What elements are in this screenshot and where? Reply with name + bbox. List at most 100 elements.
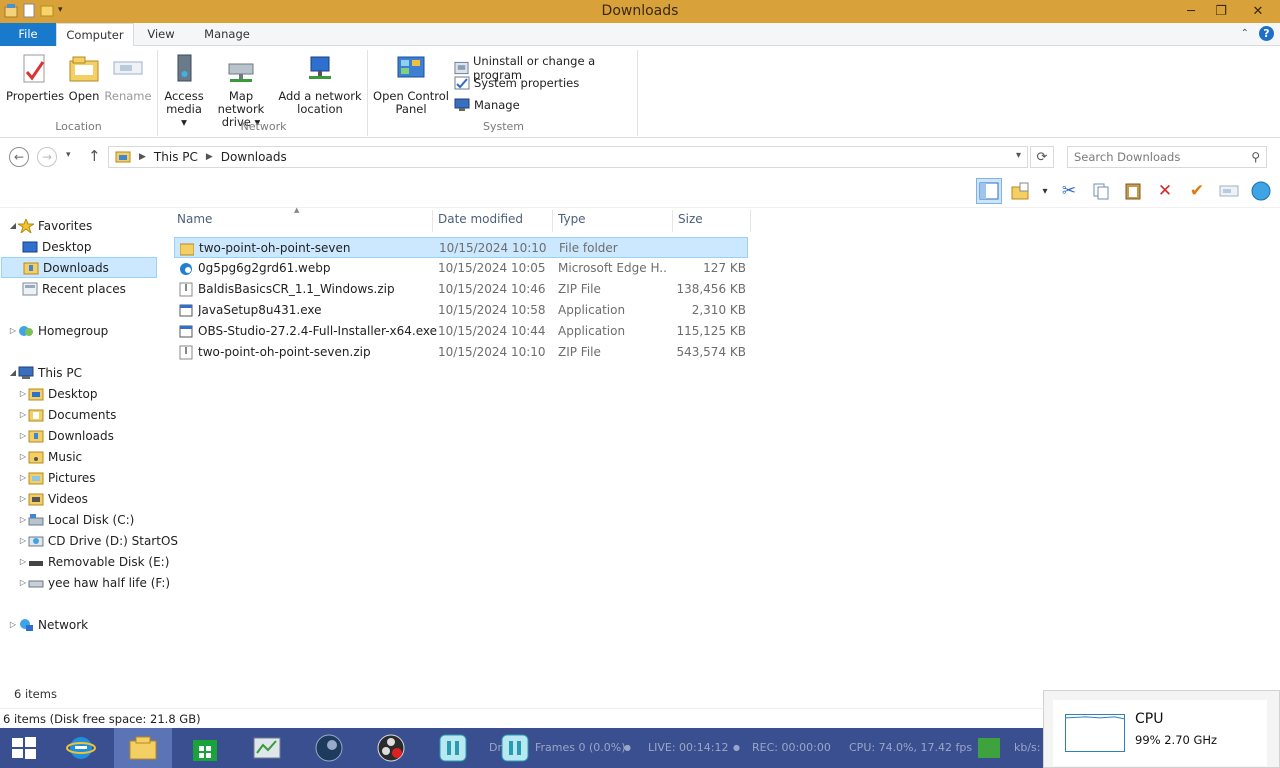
properties-button[interactable]: Properties: [6, 52, 64, 103]
file-row[interactable]: OBS-Studio-27.2.4-Full-Installer-x64.exe…: [174, 321, 748, 342]
nav-network[interactable]: ▷ Network: [8, 614, 168, 635]
expand-arrow-icon[interactable]: ▷: [18, 578, 28, 587]
breadcrumb-separator[interactable]: ▶: [206, 152, 213, 162]
tab-computer[interactable]: Computer: [56, 23, 134, 47]
expand-arrow-icon[interactable]: ▷: [18, 515, 28, 524]
forward-button[interactable]: →: [37, 147, 57, 167]
expand-arrow-icon[interactable]: ▷: [18, 536, 28, 545]
file-row[interactable]: two-point-oh-point-seven 10/15/2024 10:1…: [174, 237, 748, 258]
add-network-location-button[interactable]: Add a network location: [278, 52, 362, 116]
taskbar-app-1[interactable]: [424, 728, 482, 768]
system-properties-button[interactable]: System properties: [454, 76, 579, 90]
search-box[interactable]: ⚲: [1067, 146, 1267, 168]
column-divider[interactable]: [672, 210, 673, 232]
tab-view[interactable]: View: [138, 23, 184, 46]
address-dropdown-icon[interactable]: ▾: [1016, 150, 1021, 161]
expand-arrow-icon[interactable]: ▷: [18, 473, 28, 482]
file-row[interactable]: JavaSetup8u431.exe 10/15/2024 10:58 ... …: [174, 300, 748, 321]
expand-arrow-icon[interactable]: ◢: [8, 368, 18, 377]
paste-icon[interactable]: [1120, 178, 1146, 204]
new-folder-icon[interactable]: [1008, 178, 1034, 204]
rename-check-icon[interactable]: ✔: [1184, 178, 1210, 204]
nav-pictures[interactable]: ▷ Pictures: [18, 467, 178, 488]
help-icon[interactable]: ?: [1259, 26, 1274, 41]
expand-arrow-icon[interactable]: ▷: [18, 494, 28, 503]
refresh-button[interactable]: ⟳: [1030, 146, 1054, 168]
cut-icon[interactable]: ✂: [1056, 178, 1082, 204]
taskbar-file-explorer[interactable]: [114, 728, 172, 768]
column-header-type[interactable]: Type: [558, 212, 586, 232]
copy-icon[interactable]: [1088, 178, 1114, 204]
manage-button[interactable]: Manage: [454, 98, 520, 112]
collapse-ribbon-icon[interactable]: ⌃: [1241, 28, 1249, 39]
taskbar-store[interactable]: [176, 728, 234, 768]
expand-arrow-icon[interactable]: ▷: [18, 431, 28, 440]
cpu-label: CPU: [1135, 711, 1164, 727]
details-pane-icon[interactable]: [976, 178, 1002, 204]
recent-locations-dropdown[interactable]: ▾: [66, 150, 71, 160]
expand-arrow-icon[interactable]: ▷: [18, 389, 28, 398]
delete-icon[interactable]: ✕: [1152, 178, 1178, 204]
breadcrumb-downloads[interactable]: Downloads: [221, 150, 287, 164]
column-divider[interactable]: [552, 210, 553, 232]
nav-this-pc[interactable]: ◢ This PC: [8, 362, 168, 383]
nav-documents[interactable]: ▷ Documents: [18, 404, 178, 425]
nav-music[interactable]: ▷ Music: [18, 446, 178, 467]
breadcrumb-this-pc[interactable]: This PC: [154, 150, 198, 164]
minimize-button[interactable]: ─: [1176, 0, 1206, 23]
taskbar-obs[interactable]: [362, 728, 420, 768]
rename-button[interactable]: Rename: [104, 52, 152, 103]
globe-icon[interactable]: [1248, 178, 1274, 204]
nav-removable-disk-e[interactable]: ▷ Removable Disk (E:): [18, 551, 178, 572]
file-row[interactable]: 0g5pg6g2grd61.webp 10/15/2024 10:05 ... …: [174, 258, 748, 279]
nav-local-disk-c[interactable]: ▷ Local Disk (C:): [18, 509, 178, 530]
task-manager-icon: [253, 737, 281, 759]
close-button[interactable]: ✕: [1236, 0, 1280, 23]
expand-arrow-icon[interactable]: ▷: [8, 620, 18, 629]
properties-toolbar-icon[interactable]: [1216, 178, 1242, 204]
expand-arrow-icon[interactable]: ◢: [8, 221, 18, 230]
tab-file[interactable]: File: [0, 23, 56, 46]
taskbar-task-manager[interactable]: [238, 728, 296, 768]
nav-yee-haw-half-life-f[interactable]: ▷ yee haw half life (F:): [18, 572, 178, 593]
column-header-date[interactable]: Date modified: [438, 212, 523, 232]
nav-pc-desktop[interactable]: ▷ Desktop: [18, 383, 178, 404]
column-divider[interactable]: [750, 210, 751, 232]
taskbar-steam[interactable]: [300, 728, 358, 768]
expand-arrow-icon[interactable]: ▷: [8, 326, 18, 335]
nav-favorites-downloads[interactable]: Downloads: [1, 257, 157, 278]
nav-recent-places[interactable]: Recent places: [12, 278, 172, 299]
column-header-name[interactable]: Name: [177, 212, 212, 232]
access-media-button[interactable]: Access media ▾: [162, 52, 206, 129]
nav-downloads[interactable]: ▷ Downloads: [18, 425, 178, 446]
address-bar[interactable]: ▶ This PC ▶ Downloads ▾: [108, 146, 1028, 168]
open-control-panel-button[interactable]: Open Control Panel: [372, 52, 450, 116]
toolbar-dropdown-icon[interactable]: ▾: [1040, 178, 1050, 204]
expand-arrow-icon[interactable]: ▷: [18, 557, 28, 566]
nav-favorites-desktop[interactable]: Desktop: [12, 236, 172, 257]
back-button[interactable]: ←: [9, 147, 29, 167]
system-properties-icon: [454, 76, 470, 90]
cpu-performance-popup[interactable]: CPU 99% 2.70 GHz: [1043, 690, 1280, 768]
taskbar-internet-explorer[interactable]: [52, 728, 110, 768]
start-button[interactable]: [0, 728, 48, 768]
tab-manage[interactable]: Manage: [196, 23, 258, 46]
nav-favorites[interactable]: ◢ Favorites: [8, 215, 168, 236]
expand-arrow-icon[interactable]: ▷: [18, 410, 28, 419]
up-button[interactable]: ↑: [88, 147, 101, 165]
column-divider[interactable]: [432, 210, 433, 232]
file-row[interactable]: two-point-oh-point-seven.zip 10/15/2024 …: [174, 342, 748, 363]
expand-arrow-icon[interactable]: ▷: [18, 452, 28, 461]
nav-videos[interactable]: ▷ Videos: [18, 488, 178, 509]
nav-cd-drive-d[interactable]: ▷ CD Drive (D:) StartOS: [18, 530, 178, 551]
column-header-size[interactable]: Size: [678, 212, 703, 232]
file-row[interactable]: BaldisBasicsCR_1.1_Windows.zip 10/15/202…: [174, 279, 748, 300]
search-input[interactable]: [1068, 147, 1238, 167]
open-button[interactable]: Open: [64, 52, 104, 103]
nav-homegroup[interactable]: ▷ Homegroup: [8, 320, 168, 341]
homegroup-icon: [19, 325, 33, 336]
maximize-button[interactable]: ❐: [1206, 0, 1236, 23]
search-icon[interactable]: ⚲: [1251, 150, 1260, 164]
map-network-drive-button[interactable]: Map network drive ▾: [206, 52, 276, 129]
breadcrumb-separator[interactable]: ▶: [139, 152, 146, 162]
